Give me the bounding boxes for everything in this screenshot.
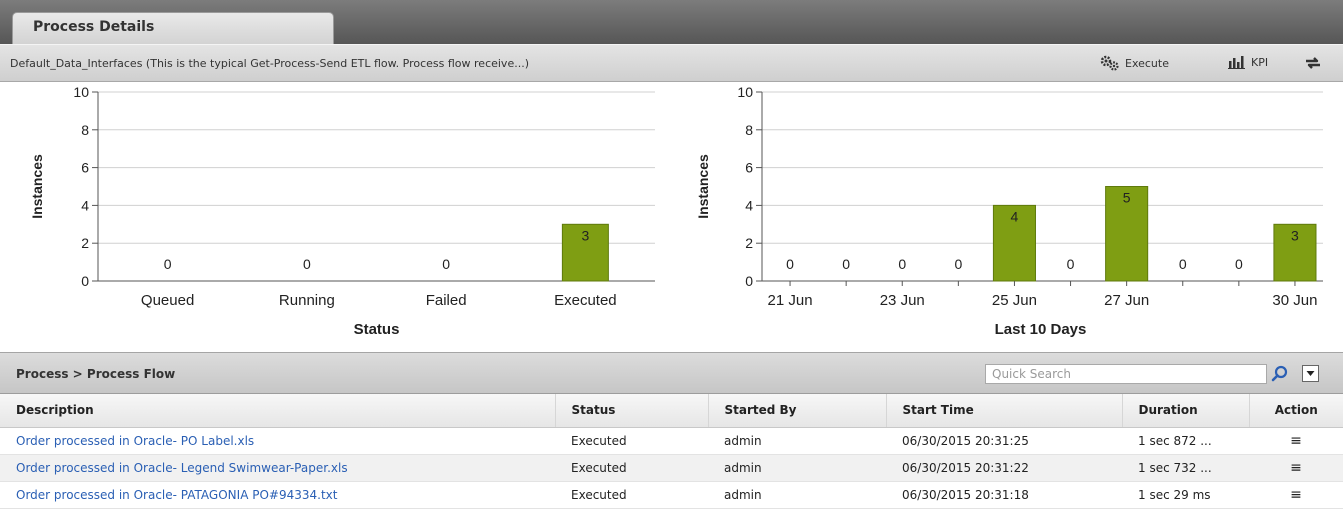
bar-chart-icon — [1228, 56, 1245, 69]
bar-value-label: 0 — [842, 256, 850, 272]
kpi-button[interactable]: KPI — [1228, 55, 1268, 69]
column-header-duration[interactable]: Duration — [1122, 394, 1250, 428]
row-status: Executed — [555, 454, 708, 482]
menu-icon[interactable]: ≡ — [1249, 427, 1343, 455]
x-tick-label: 27 Jun — [1104, 292, 1149, 309]
x-tick-label: 25 Jun — [992, 292, 1037, 309]
process-flow-table: Description Status Started By Start Time… — [0, 394, 1343, 509]
refresh-icon — [1306, 57, 1320, 69]
refresh-button[interactable] — [1304, 55, 1327, 71]
options-dropdown[interactable] — [1302, 365, 1319, 382]
column-header-description[interactable]: Description — [0, 394, 556, 428]
column-header-status[interactable]: Status — [555, 394, 709, 428]
y-tick-label: 4 — [745, 197, 753, 213]
x-tick-label: 21 Jun — [768, 292, 813, 309]
tab-label: Process Details — [33, 19, 155, 35]
status-chart: 0 2 4 6 8 10 0 Queued 0 Running 0 Failed 3 Executed St… — [29, 84, 655, 338]
x-axis-title: Last 10 Days — [995, 321, 1087, 338]
row-start-time: 06/30/2015 20:31:22 — [886, 454, 1122, 482]
table-row: Order processed in Oracle- Legend Swimwe… — [0, 454, 1343, 482]
row-status: Executed — [555, 427, 708, 455]
bar-value-label: 5 — [1123, 190, 1131, 206]
row-started-by: admin — [708, 481, 886, 509]
y-tick-label: 2 — [745, 235, 753, 251]
x-tick-label: Running — [279, 292, 335, 309]
process-info-bar: Default_Data_Interfaces (This is the typ… — [0, 44, 1343, 82]
menu-icon[interactable]: ≡ — [1249, 454, 1343, 482]
row-description-link[interactable]: Order processed in Oracle- PATAGONIA PO#… — [16, 488, 337, 502]
row-start-time: 06/30/2015 20:31:25 — [886, 427, 1122, 455]
process-flow-bar: Process > Process Flow — [0, 352, 1343, 394]
charts-area: 0 2 4 6 8 10 0 Queued 0 Running 0 Failed 3 Executed St… — [0, 82, 1343, 352]
row-started-by: admin — [708, 427, 886, 455]
bar-value-label: 3 — [581, 227, 589, 243]
gears-icon — [1100, 55, 1119, 71]
bar-value-label: 0 — [1067, 256, 1075, 272]
execute-button[interactable]: Execute — [1100, 55, 1169, 71]
row-duration: 1 sec 29 ms — [1122, 481, 1249, 509]
row-duration: 1 sec 872 ... — [1122, 427, 1249, 455]
row-status: Executed — [555, 481, 708, 509]
chevron-down-icon — [1306, 371, 1315, 376]
x-tick-label: Executed — [554, 292, 617, 309]
y-tick-label: 10 — [737, 84, 753, 100]
y-tick-label: 0 — [745, 273, 753, 289]
bar-value-label: 0 — [164, 256, 172, 272]
row-start-time: 06/30/2015 20:31:18 — [886, 481, 1122, 509]
kpi-label: KPI — [1251, 55, 1269, 69]
row-description-link[interactable]: Order processed in Oracle- Legend Swimwe… — [16, 461, 348, 475]
bar-value-label: 0 — [1179, 256, 1187, 272]
table-row: Order processed in Oracle- PATAGONIA PO#… — [0, 481, 1343, 509]
process-description: Default_Data_Interfaces (This is the typ… — [10, 57, 529, 70]
x-axis-title: Status — [354, 321, 400, 338]
quick-search-input[interactable] — [985, 364, 1267, 384]
x-tick-label: 30 Jun — [1272, 292, 1317, 309]
table-header-row: Description Status Started By Start Time… — [0, 394, 1343, 428]
tab-process-details[interactable]: Process Details — [12, 12, 334, 44]
y-axis-title: Instances — [695, 154, 711, 219]
bar-value-label: 4 — [1011, 208, 1019, 224]
y-tick-label: 0 — [81, 273, 89, 289]
bar-value-label: 0 — [954, 256, 962, 272]
row-duration: 1 sec 732 ... — [1122, 454, 1249, 482]
row-started-by: admin — [708, 454, 886, 482]
y-tick-label: 10 — [73, 84, 89, 100]
bar-value-label: 0 — [1235, 256, 1243, 272]
column-header-started-by[interactable]: Started By — [708, 394, 887, 428]
y-tick-label: 4 — [81, 197, 89, 213]
breadcrumb: Process > Process Flow — [16, 367, 176, 381]
execute-label: Execute — [1125, 56, 1169, 70]
bar-value-label: 0 — [786, 256, 794, 272]
y-tick-label: 8 — [745, 122, 753, 138]
x-tick-label: Failed — [426, 292, 467, 309]
menu-icon[interactable]: ≡ — [1249, 481, 1343, 509]
search-button[interactable] — [1270, 364, 1290, 384]
bar-value-label: 0 — [303, 256, 311, 272]
column-header-action: Action — [1249, 394, 1343, 428]
x-tick-label: Queued — [141, 292, 194, 309]
x-tick-label: 23 Jun — [880, 292, 925, 309]
tab-strip: Process Details — [0, 0, 1343, 44]
search-icon — [1271, 365, 1288, 382]
bar-value-label: 0 — [442, 256, 450, 272]
bar-value-label: 0 — [898, 256, 906, 272]
y-tick-label: 2 — [81, 235, 89, 251]
last-10-days-chart: 0 2 4 6 8 10 0 21 Jun 0 0 23 Jun 0 4 25 Jun 0 5 27 Jun 0 0… — [695, 84, 1323, 338]
row-description-link[interactable]: Order processed in Oracle- PO Label.xls — [16, 434, 254, 448]
bar-value-label: 3 — [1291, 227, 1299, 243]
y-tick-label: 6 — [745, 160, 753, 176]
y-tick-label: 6 — [81, 160, 89, 176]
y-tick-label: 8 — [81, 122, 89, 138]
column-header-start-time[interactable]: Start Time — [886, 394, 1123, 428]
y-axis-title: Instances — [29, 154, 45, 219]
table-row: Order processed in Oracle- PO Label.xls … — [0, 427, 1343, 455]
